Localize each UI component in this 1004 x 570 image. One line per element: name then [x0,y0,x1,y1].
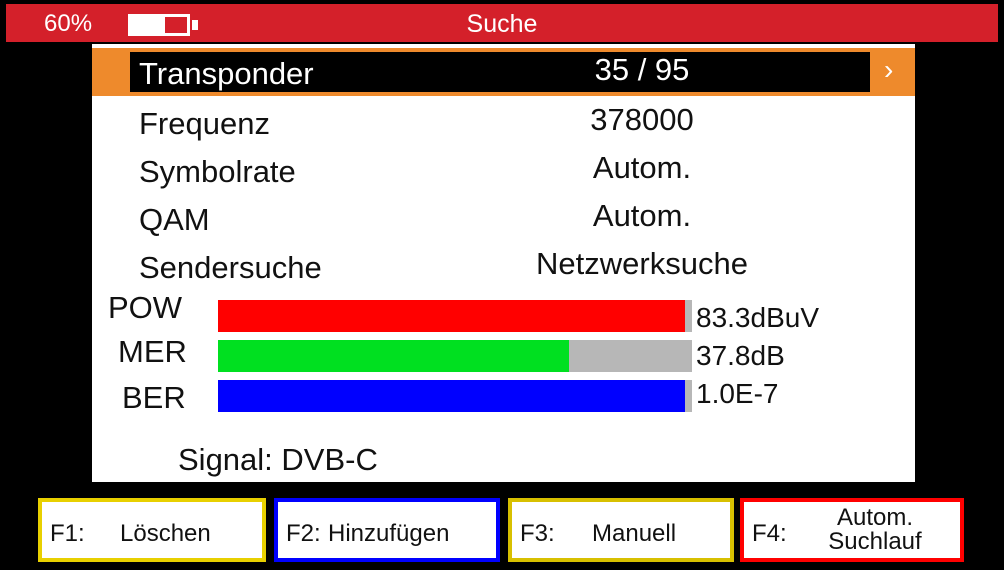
f1-delete-button[interactable]: F1: Löschen [38,498,266,562]
mer-meter [218,340,692,372]
settings-panel: Transponder 35 / 95 › Frequenz 378000 Sy… [92,44,915,482]
setting-label: Sendersuche [139,250,322,285]
meter-value-mer: 37.8dB [696,340,785,371]
setting-value: Autom. [592,150,692,185]
setting-row-qam[interactable]: QAM Autom. [92,194,915,242]
signal-type: Signal: DVB-C [178,442,378,477]
meter-value-ber: 1.0E-7 [696,378,779,409]
function-key-label: Autom. Suchlauf [800,506,950,554]
search-screen: 60% Suche Transponder 35 / 95 › Frequenz… [0,0,1004,570]
function-key-label: Hinzufügen [328,520,450,547]
setting-row-transponder[interactable]: Transponder 35 / 95 › [92,48,915,96]
meter-value-pow: 83.3dBuV [696,302,819,333]
function-key-label-line2: Suchlauf [828,528,922,555]
f2-add-button[interactable]: F2: Hinzufügen [274,498,500,562]
setting-value: 378000 [590,102,694,137]
status-bar: 60% Suche [6,4,998,42]
function-key-label-line1: Autom. [836,504,914,531]
meter-label-mer: MER [118,334,187,369]
setting-value: Autom. [592,198,692,233]
meter-label-ber: BER [122,380,186,415]
f4-auto-search-button[interactable]: F4: Autom. Suchlauf [740,498,964,562]
meter-label-pow: POW [108,290,183,325]
setting-label: Frequenz [139,106,270,141]
function-key-id: F2: [286,520,321,547]
setting-label: Symbolrate [139,154,296,189]
page-title: Suche [466,10,538,38]
ber-meter [218,380,692,412]
setting-label: Transponder [139,56,314,91]
chevron-right-icon[interactable]: › [884,54,893,86]
setting-row-sendersuche[interactable]: Sendersuche Netzwerksuche [92,242,915,290]
f3-manual-button[interactable]: F3: Manuell [508,498,734,562]
pow-meter-fill [218,300,685,332]
ber-meter-fill [218,380,685,412]
mer-meter-fill [218,340,569,372]
function-key-label: Manuell [592,520,677,547]
setting-value: 35 / 95 [594,52,690,87]
setting-row-symbolrate[interactable]: Symbolrate Autom. [92,146,915,194]
setting-label: QAM [139,202,210,237]
function-key-bar: F1: Löschen F2: Hinzufügen F3: Manuell F… [0,492,1004,570]
function-key-id: F1: [50,520,85,547]
function-key-label: Löschen [120,520,211,547]
function-key-id: F3: [520,520,555,547]
setting-row-frequenz[interactable]: Frequenz 378000 [92,98,915,146]
function-key-id: F4: [752,520,787,547]
setting-value: Netzwerksuche [536,246,748,281]
pow-meter [218,300,692,332]
